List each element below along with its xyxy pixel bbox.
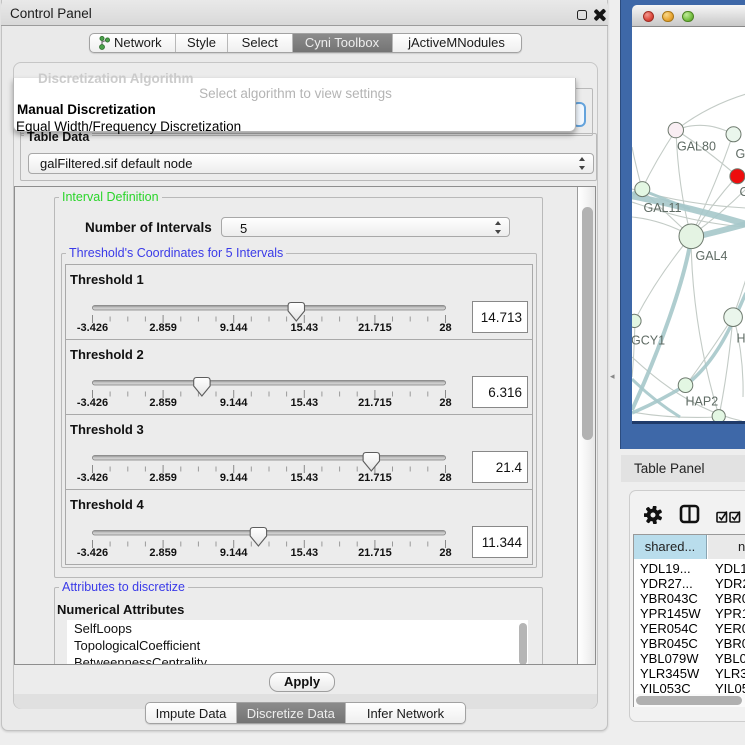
svg-text:GAL11: GAL11 [644,201,682,215]
svg-text:H: H [737,332,745,346]
svg-text:GAL80: GAL80 [677,140,716,154]
svg-text:HAP2: HAP2 [686,395,719,409]
svg-text:GAL4: GAL4 [696,249,728,263]
svg-text:C: C [740,185,745,199]
svg-text:GCY1: GCY1 [632,334,665,348]
svg-text:GA: GA [736,147,745,161]
